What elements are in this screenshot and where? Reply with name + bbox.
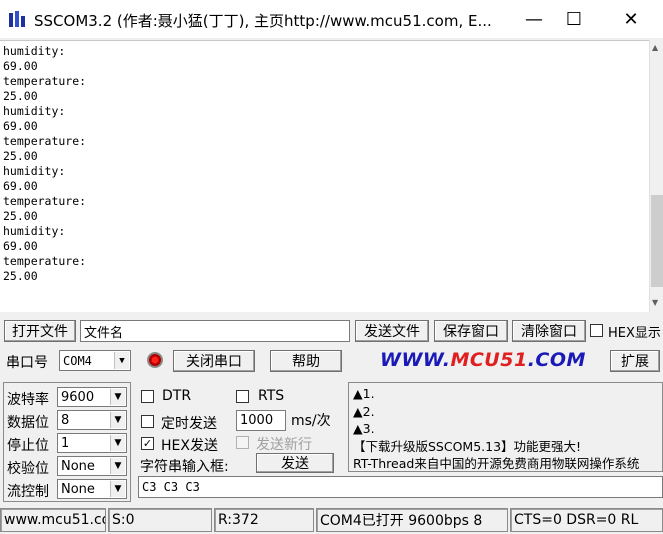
- receive-output[interactable]: humidity: 69.00 temperature: 25.00 humidity:…: [0, 40, 649, 312]
- close-port-button[interactable]: 关闭串口: [173, 350, 255, 372]
- port-value: COM4: [63, 353, 92, 368]
- flow-select[interactable]: None ▼: [57, 479, 127, 499]
- window-title: SSCOM3.2 (作者:聂小猛(丁丁), 主页http://www.mcu51…: [34, 12, 492, 30]
- status-sent: S:0: [108, 508, 212, 532]
- notice-panel: ▲1. ▲2. ▲3. 【下载升级版SSCOM5.13】功能更强大! RT-Thread…: [348, 382, 663, 472]
- dtr-label: DTR: [162, 388, 192, 404]
- hex-display-checkbox[interactable]: [590, 324, 603, 337]
- output-line: 25.00: [3, 209, 38, 223]
- output-line: 25.00: [3, 149, 38, 163]
- output-line: temperature:: [3, 254, 87, 268]
- chevron-down-icon[interactable]: ▼: [110, 481, 125, 497]
- chevron-down-icon[interactable]: ▼: [110, 435, 125, 451]
- stopbits-select[interactable]: 1 ▼: [57, 433, 127, 453]
- send-button[interactable]: 发送: [256, 453, 334, 473]
- scroll-thumb[interactable]: [651, 195, 663, 287]
- brand-link[interactable]: WWW.MCU51.COM: [380, 349, 586, 371]
- rts-checkbox[interactable]: [236, 390, 249, 403]
- notice-line: ▲2.: [353, 403, 375, 419]
- hex-send-label: HEX发送: [161, 438, 218, 454]
- scroll-up-icon[interactable]: ▲: [652, 43, 658, 52]
- notice-line: 【下载升级版SSCOM5.13】功能更强大!: [353, 438, 582, 454]
- clear-window-button[interactable]: 清除窗口: [512, 320, 586, 342]
- help-button[interactable]: 帮助: [270, 350, 342, 372]
- output-line: 69.00: [3, 119, 38, 133]
- output-line: humidity:: [3, 164, 66, 178]
- hex-display-label: HEX显示: [608, 326, 661, 341]
- output-line: temperature:: [3, 134, 87, 148]
- output-line: humidity:: [3, 224, 66, 238]
- parity-label: 校验位: [7, 461, 49, 477]
- output-line: 25.00: [3, 269, 38, 283]
- open-file-button[interactable]: 打开文件: [4, 320, 76, 342]
- timed-send-checkbox[interactable]: [141, 415, 154, 428]
- notice-line: RT-Thread来自中国的开源免费商用物联网操作系统: [353, 456, 640, 471]
- status-bar: www.mcu51.cor S:0 R:372 COM4已打开 9600bps …: [0, 508, 663, 534]
- interval-field[interactable]: 1000: [236, 410, 286, 431]
- baud-select[interactable]: 9600 ▼: [57, 387, 127, 407]
- port-status-led-icon: [147, 352, 163, 368]
- rts-label: RTS: [258, 388, 285, 404]
- hex-send-checkbox[interactable]: ✓: [141, 437, 154, 450]
- baud-label: 波特率: [7, 392, 49, 408]
- output-line: humidity:: [3, 104, 66, 118]
- chevron-down-icon[interactable]: ▼: [110, 389, 125, 405]
- status-signals: CTS=0 DSR=0 RL: [510, 508, 663, 532]
- close-icon: ✕: [623, 8, 639, 30]
- interval-unit-label: ms/次: [291, 413, 331, 429]
- expand-button[interactable]: 扩展: [610, 350, 660, 372]
- close-button[interactable]: ✕: [608, 4, 654, 34]
- databits-select[interactable]: 8 ▼: [57, 410, 127, 430]
- stopbits-label: 停止位: [7, 438, 49, 454]
- dtr-checkbox[interactable]: [141, 390, 154, 403]
- status-port: COM4已打开 9600bps 8: [316, 508, 508, 532]
- status-site: www.mcu51.cor: [0, 508, 106, 532]
- timed-send-label: 定时发送: [161, 416, 217, 432]
- send-file-button[interactable]: 发送文件: [355, 320, 429, 342]
- output-line: 69.00: [3, 59, 38, 73]
- output-line: temperature:: [3, 74, 87, 88]
- file-name-field[interactable]: 文件名: [80, 320, 350, 342]
- maximize-button[interactable]: ☐: [551, 4, 597, 34]
- port-label: 串口号: [6, 355, 48, 371]
- send-newline-checkbox[interactable]: [236, 436, 249, 449]
- scroll-down-icon[interactable]: ▼: [652, 298, 658, 307]
- port-select[interactable]: COM4 ▼: [59, 350, 131, 371]
- chevron-down-icon[interactable]: ▼: [114, 352, 129, 369]
- chevron-down-icon[interactable]: ▼: [110, 458, 125, 474]
- notice-line: ▲3.: [353, 421, 375, 436]
- databits-value: 8: [61, 412, 70, 428]
- chevron-down-icon[interactable]: ▼: [110, 412, 125, 428]
- maximize-icon: ☐: [565, 8, 583, 30]
- send-input[interactable]: C3 C3 C3: [138, 476, 663, 498]
- save-window-button[interactable]: 保存窗口: [434, 320, 508, 342]
- send-newline-label: 发送新行: [256, 437, 312, 453]
- input-label: 字符串输入框:: [140, 459, 229, 475]
- app-icon: [9, 11, 25, 27]
- output-line: temperature:: [3, 194, 87, 208]
- output-line: 25.00: [3, 89, 38, 103]
- baud-value: 9600: [61, 389, 95, 405]
- stopbits-value: 1: [61, 435, 70, 451]
- notice-line: ▲1.: [353, 386, 375, 401]
- title-bar: SSCOM3.2 (作者:聂小猛(丁丁), 主页http://www.mcu51…: [0, 0, 663, 38]
- minimize-icon: —: [525, 8, 543, 30]
- parity-select[interactable]: None ▼: [57, 456, 127, 476]
- output-line: 69.00: [3, 179, 38, 193]
- flow-value: None: [61, 481, 95, 497]
- output-line: 69.00: [3, 239, 38, 253]
- output-scrollbar[interactable]: ▲ ▼: [649, 40, 663, 312]
- status-received: R:372: [214, 508, 314, 532]
- flow-label: 流控制: [7, 484, 49, 500]
- output-line: humidity:: [3, 44, 66, 58]
- parity-value: None: [61, 458, 95, 474]
- databits-label: 数据位: [7, 415, 49, 431]
